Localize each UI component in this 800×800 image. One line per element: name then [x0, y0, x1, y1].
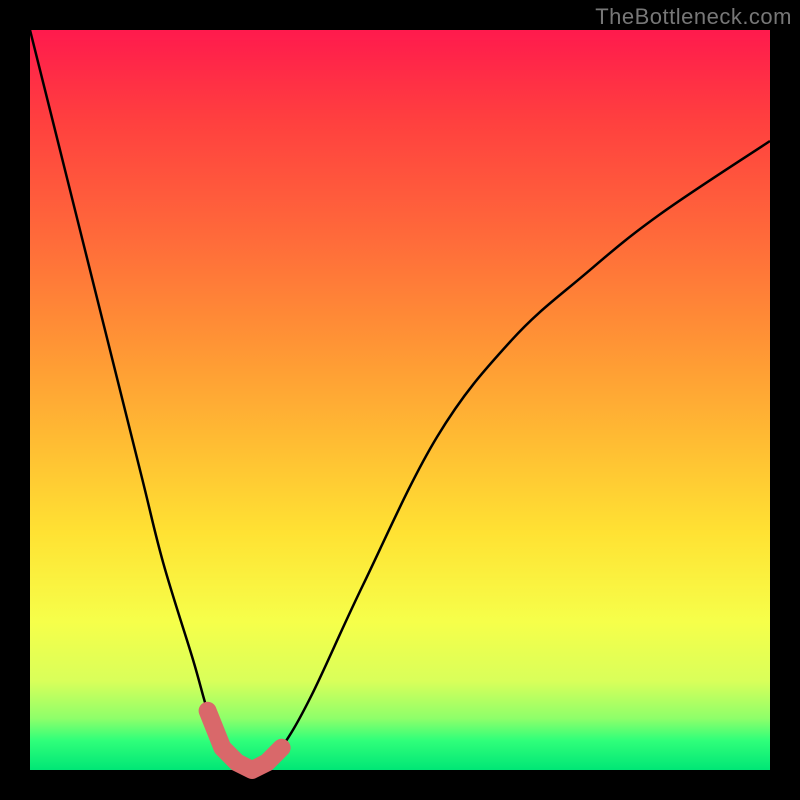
watermark-text: TheBottleneck.com [595, 4, 792, 30]
chart-frame: TheBottleneck.com [0, 0, 800, 800]
curve-layer [30, 30, 770, 770]
bottom-highlight [208, 711, 282, 770]
plot-area [30, 30, 770, 770]
main-curve [30, 30, 770, 770]
